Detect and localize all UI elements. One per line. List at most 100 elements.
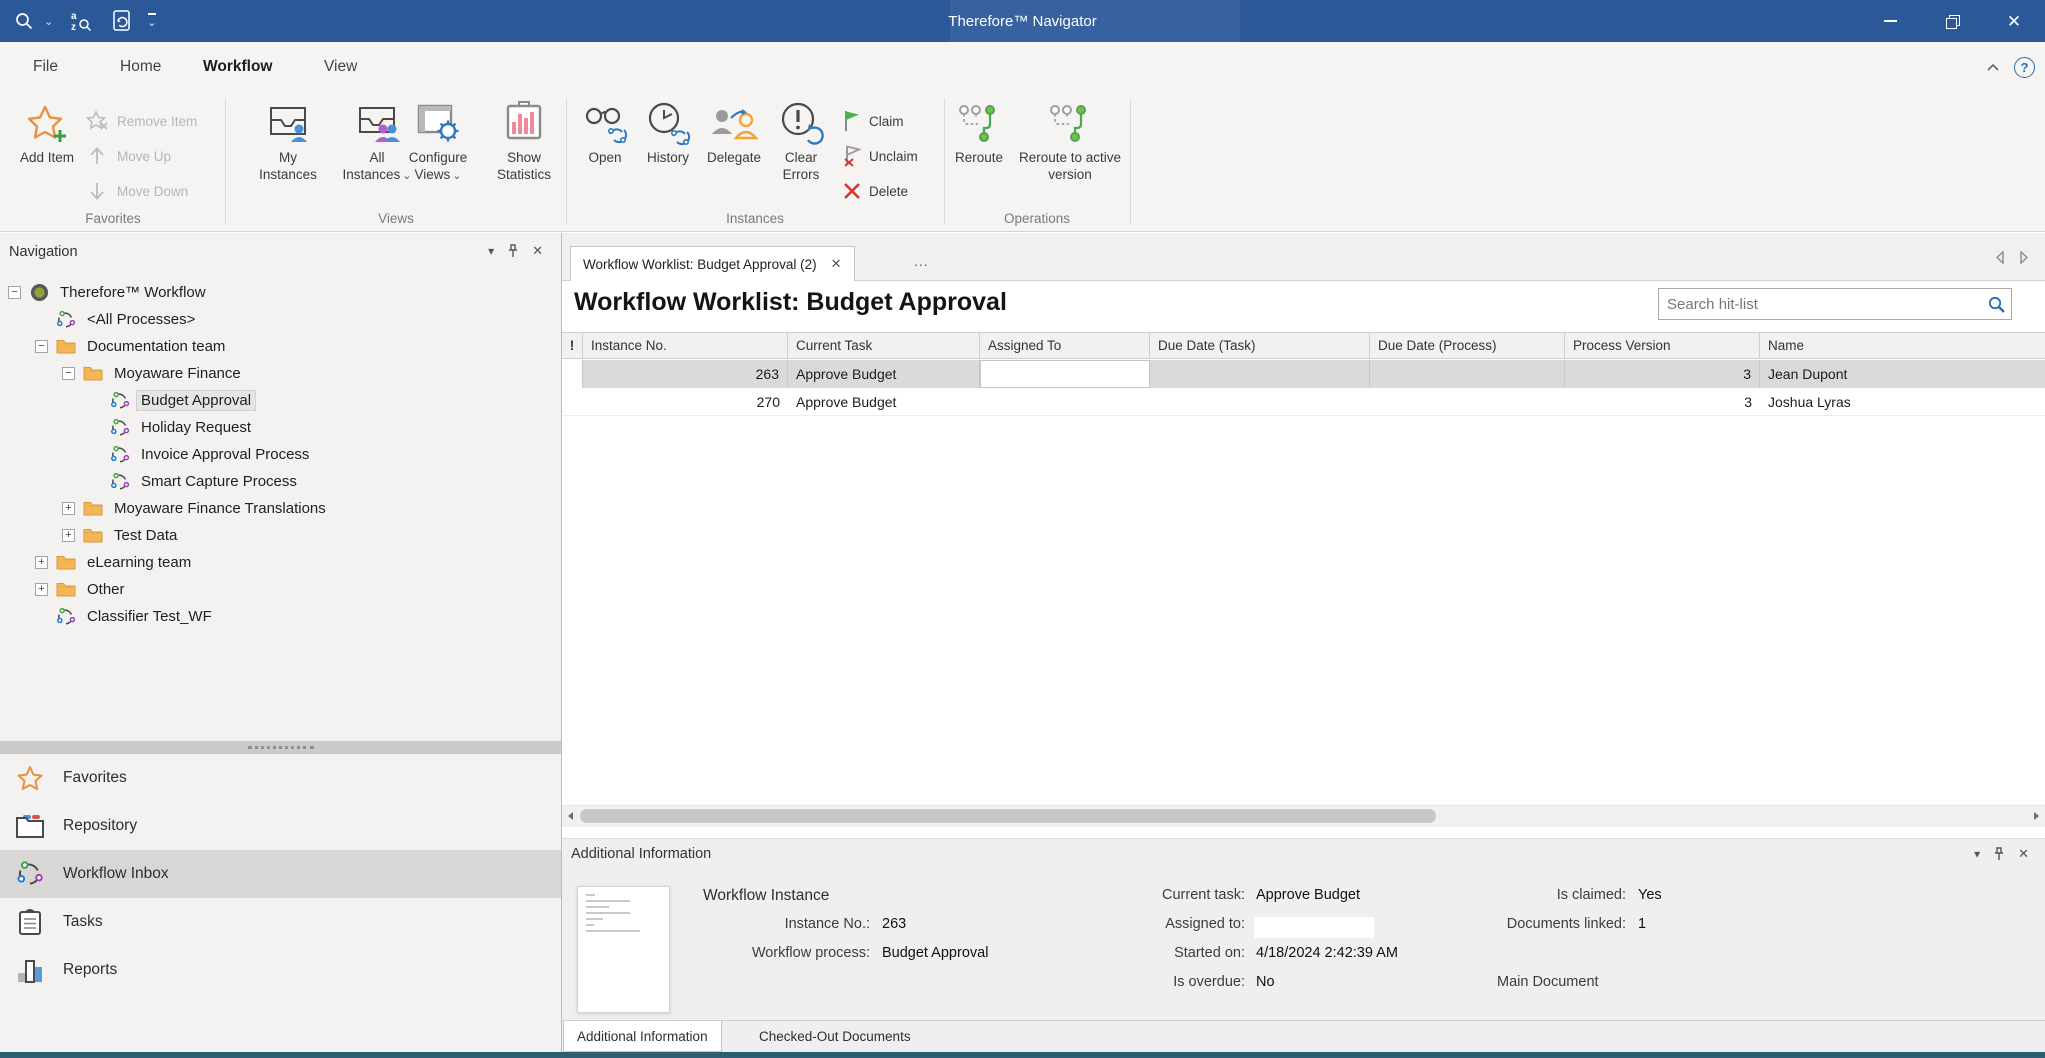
- panel-close-icon[interactable]: ✕: [532, 243, 543, 259]
- search-input[interactable]: [1659, 296, 1981, 313]
- column-header-current-task[interactable]: Current Task: [788, 333, 980, 358]
- started-on-value: 4/18/2024 2:42:39 AM: [1256, 945, 1398, 961]
- menu-file[interactable]: File: [33, 42, 58, 92]
- sidebar-item-repository[interactable]: Repository: [0, 802, 561, 850]
- clear-errors-button[interactable]: Clear Errors: [772, 98, 830, 183]
- scrollbar-thumb[interactable]: [580, 809, 1436, 823]
- my-instances-button[interactable]: My Instances: [250, 98, 326, 183]
- cell-assigned-to[interactable]: [980, 360, 1150, 388]
- column-header-due-date-task[interactable]: Due Date (Task): [1150, 333, 1370, 358]
- expand-icon[interactable]: +: [62, 502, 75, 515]
- claim-button[interactable]: Claim: [842, 106, 904, 136]
- expand-icon[interactable]: +: [35, 583, 48, 596]
- column-header-alert[interactable]: !: [562, 333, 583, 358]
- column-header-name[interactable]: Name: [1760, 333, 2045, 358]
- sidebar-item-reports[interactable]: Reports: [0, 946, 561, 994]
- search-icon[interactable]: [1981, 295, 2011, 314]
- pin-icon[interactable]: [1993, 847, 2005, 861]
- column-header-due-date-process[interactable]: Due Date (Process): [1370, 333, 1565, 358]
- collapse-icon[interactable]: −: [8, 286, 21, 299]
- tree-item-test-data[interactable]: + Test Data: [0, 522, 561, 549]
- column-header-instance-no[interactable]: Instance No.: [583, 333, 788, 358]
- scroll-left-icon[interactable]: [564, 810, 576, 822]
- workflow-process-value: Budget Approval: [882, 945, 988, 961]
- sidebar-item-tasks[interactable]: Tasks: [0, 898, 561, 946]
- minimize-button[interactable]: [1859, 0, 1921, 42]
- tree-item-other[interactable]: + Other: [0, 576, 561, 603]
- delegate-button[interactable]: Delegate: [700, 98, 768, 166]
- scroll-tabs-right-icon[interactable]: [2020, 251, 2029, 264]
- column-header-process-version[interactable]: Process Version: [1565, 333, 1760, 358]
- horizontal-scrollbar[interactable]: [562, 805, 2045, 827]
- panel-dropdown-icon[interactable]: ▾: [1974, 847, 1980, 861]
- tree-item-budget-approval[interactable]: Budget Approval: [0, 387, 561, 414]
- is-overdue-value: No: [1256, 974, 1275, 990]
- sort-az-icon[interactable]: a z: [69, 9, 93, 33]
- move-down-button[interactable]: Move Down: [86, 176, 188, 206]
- remove-item-button[interactable]: Remove Item: [86, 106, 197, 136]
- reroute-button[interactable]: Reroute: [948, 98, 1010, 166]
- open-button[interactable]: Open: [578, 98, 632, 166]
- tree-item-holiday-request[interactable]: Holiday Request: [0, 414, 561, 441]
- add-item-star-icon: [14, 98, 80, 146]
- reroute-active-version-button[interactable]: Reroute to active version: [1016, 98, 1124, 183]
- search-icon[interactable]: [14, 11, 34, 31]
- document-thumbnail[interactable]: [577, 886, 670, 1013]
- tab-additional-information[interactable]: Additional Information: [563, 1021, 722, 1052]
- column-header-assigned-to[interactable]: Assigned To: [980, 333, 1150, 358]
- move-up-button[interactable]: Move Up: [86, 141, 171, 171]
- tab-close-icon[interactable]: ✕: [831, 256, 842, 272]
- folder-icon: [82, 500, 104, 517]
- tree-item-documentation-team[interactable]: − Documentation team: [0, 333, 561, 360]
- configure-views-button[interactable]: Configure Views⌄: [398, 98, 478, 185]
- tree-item-smart-capture-process[interactable]: Smart Capture Process: [0, 468, 561, 495]
- history-button[interactable]: History: [640, 98, 696, 166]
- tree-item-all-processes[interactable]: <All Processes>: [0, 306, 561, 333]
- tree-item-elearning-team[interactable]: + eLearning team: [0, 549, 561, 576]
- tab-checked-out-documents[interactable]: Checked-Out Documents: [746, 1021, 924, 1052]
- menu-workflow[interactable]: Workflow: [203, 42, 272, 92]
- collapse-icon[interactable]: −: [62, 367, 75, 380]
- menu-view[interactable]: View: [324, 42, 357, 92]
- assigned-to-field[interactable]: [1254, 917, 1374, 938]
- restore-button[interactable]: [1921, 0, 1983, 42]
- pin-icon[interactable]: [507, 244, 519, 258]
- tree-item-classifier-test-wf[interactable]: Classifier Test_WF: [0, 603, 561, 630]
- quick-access-customize-icon[interactable]: ⌄: [147, 13, 156, 29]
- tree-item-invoice-approval-process[interactable]: Invoice Approval Process: [0, 441, 561, 468]
- collapse-icon[interactable]: −: [35, 340, 48, 353]
- menu-home[interactable]: Home: [120, 42, 161, 92]
- sidebar-item-workflow-inbox[interactable]: Workflow Inbox: [0, 850, 561, 898]
- tab-workflow-worklist[interactable]: Workflow Worklist: Budget Approval (2) ✕: [570, 246, 855, 281]
- tree-item-moyaware-finance-translations[interactable]: + Moyaware Finance Translations: [0, 495, 561, 522]
- expand-icon[interactable]: +: [62, 529, 75, 542]
- delete-button[interactable]: Delete: [842, 176, 908, 206]
- hitlist-row-270[interactable]: 270 Approve Budget 3 Joshua Lyras: [562, 388, 2045, 416]
- close-button[interactable]: ✕: [1983, 0, 2045, 42]
- svg-text:z: z: [71, 22, 76, 33]
- help-icon[interactable]: ?: [2014, 57, 2035, 78]
- collapse-ribbon-icon[interactable]: [1986, 63, 2000, 72]
- tree-item-therefore-workflow[interactable]: − Therefore™ Workflow: [0, 279, 561, 306]
- tree-item-moyaware-finance[interactable]: − Moyaware Finance: [0, 360, 561, 387]
- add-item-button[interactable]: Add Item: [14, 98, 80, 166]
- workflow-process-icon: [109, 472, 131, 492]
- sidebar-item-favorites[interactable]: Favorites: [0, 754, 561, 802]
- tab-overflow-menu[interactable]: ...: [914, 253, 929, 269]
- refresh-document-icon[interactable]: [111, 9, 133, 33]
- scroll-tabs-left-icon[interactable]: [1995, 251, 2004, 264]
- expand-icon[interactable]: +: [35, 556, 48, 569]
- hitlist-row-263[interactable]: 263 Approve Budget 3 Jean Dupont: [562, 360, 2045, 388]
- svg-text:a: a: [71, 11, 77, 22]
- panel-splitter[interactable]: [0, 741, 561, 754]
- panel-dropdown-icon[interactable]: ▾: [488, 244, 494, 258]
- group-separator: [1130, 98, 1131, 224]
- show-statistics-button[interactable]: Show Statistics: [486, 98, 562, 183]
- unclaim-button[interactable]: Unclaim: [842, 141, 918, 171]
- page-title: Workflow Worklist: Budget Approval: [574, 288, 1007, 317]
- search-dropdown-icon[interactable]: ⌄: [44, 15, 53, 28]
- move-down-arrow-icon: [86, 180, 110, 202]
- panel-close-icon[interactable]: ✕: [2018, 846, 2029, 862]
- cell-alert: [562, 388, 583, 416]
- scroll-right-icon[interactable]: [2031, 810, 2043, 822]
